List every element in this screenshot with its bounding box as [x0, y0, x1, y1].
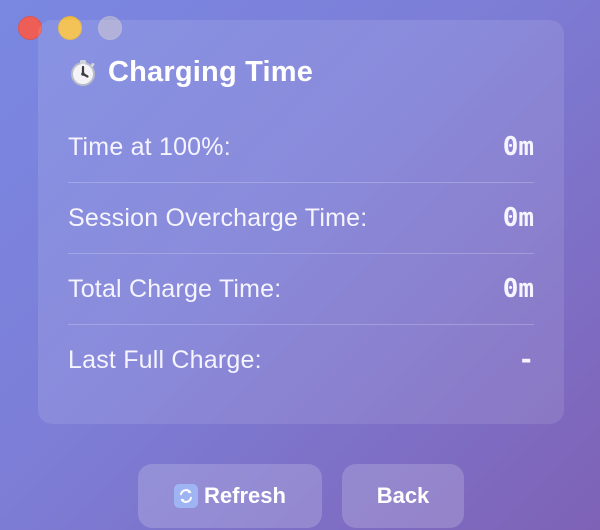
back-button-label: Back	[376, 483, 430, 508]
refresh-button[interactable]: Refresh	[138, 464, 322, 528]
stopwatch-icon	[68, 58, 98, 88]
stat-value: 0m	[502, 203, 534, 233]
card-title: Charging Time	[108, 56, 314, 88]
stat-label: Time at 100%:	[68, 132, 231, 161]
stat-row-last-full-charge: Last Full Charge: -	[68, 324, 534, 395]
stat-value: -	[518, 345, 534, 375]
stat-label: Total Charge Time:	[68, 274, 282, 303]
charging-stats-list: Time at 100%: 0m Session Overcharge Time…	[68, 112, 534, 395]
stat-row-session-overcharge: Session Overcharge Time: 0m	[68, 182, 534, 253]
stat-label: Session Overcharge Time:	[68, 203, 368, 232]
stat-row-time-at-100: Time at 100%: 0m	[68, 112, 534, 182]
stat-value: 0m	[502, 132, 534, 162]
refresh-button-label: Refresh	[204, 483, 286, 508]
card-title-row: Charging Time	[68, 56, 313, 89]
refresh-icon	[174, 484, 199, 508]
back-button[interactable]: Back	[342, 464, 464, 528]
stat-value: 0m	[502, 274, 534, 304]
charging-time-card: Charging Time Time at 100%: 0m Session O…	[38, 20, 564, 424]
stat-row-total-charge-time: Total Charge Time: 0m	[68, 253, 534, 324]
stat-label: Last Full Charge:	[68, 345, 262, 374]
